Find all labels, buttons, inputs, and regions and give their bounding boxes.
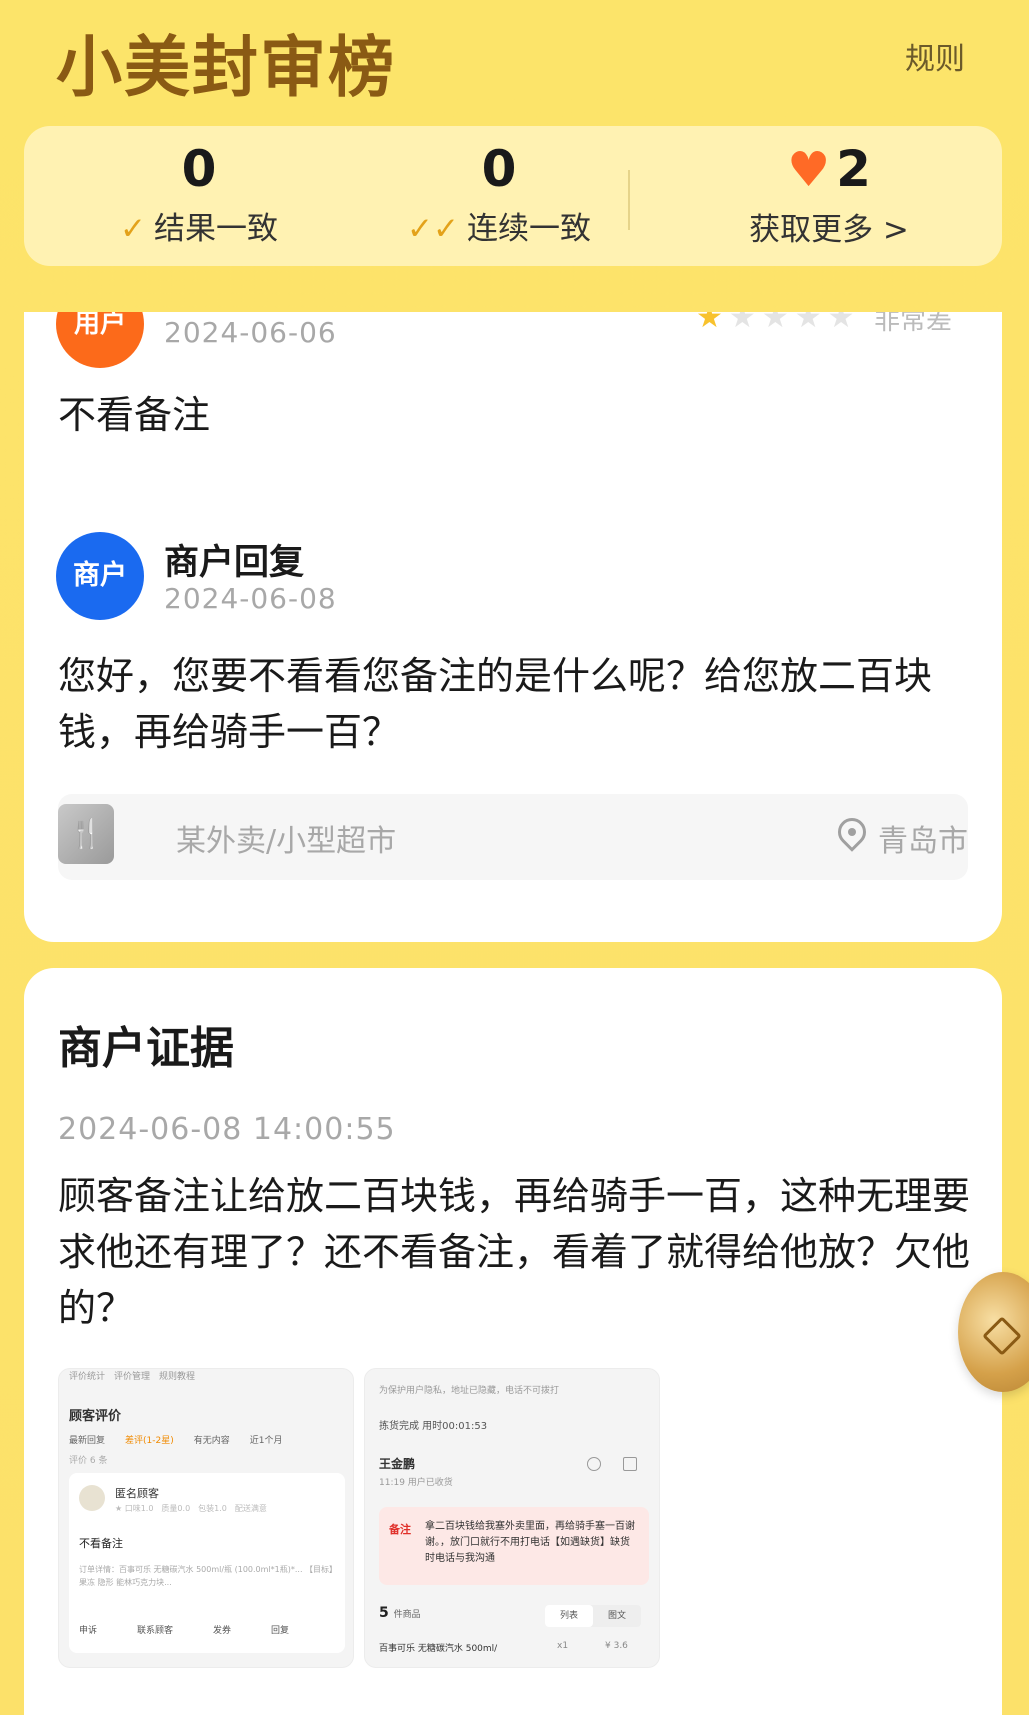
merchant-avatar: 商户 [56,532,144,620]
stats-panel: 0 ✓ 结果一致 0 ✓✓ 连续一致 ♥ 2 获取更多 > [24,126,1002,266]
get-more-link[interactable]: 获取更多 > [694,205,964,255]
view-toggle: 列表 图文 [545,1605,641,1627]
double-check-icon: ✓✓ [407,211,459,247]
evidence-card: 商户证据 2024-06-08 14:00:55 顾客备注让给放二百块钱，再给骑… [24,968,1002,1715]
reply-text: 您好，您要不看看您备注的是什么呢？给您放二百块钱，再给骑手一百？ [58,654,933,754]
stat-value: 0 [181,140,217,198]
location-icon [832,812,872,852]
review-date: 2024-06-06 [164,316,337,349]
heart-icon: ♥ [787,142,831,198]
header: 小美封审榜 规则 [0,0,1029,120]
stat-label: 连续一致 [466,211,591,247]
item-count: 5 件商品 [379,1605,421,1621]
rules-link[interactable]: 规则 [905,34,965,78]
avatar: 用户 [56,312,144,368]
star-icon: ★ [794,312,828,335]
shot-reviewer: 匿名顾客 [115,1487,159,1500]
shot-customer-name: 王金鹏 [379,1457,416,1471]
star-icon: ★ [761,312,795,335]
reply-date: 2024-06-08 [164,582,337,615]
reply-title: 商户回复 [164,543,305,583]
shot-tabs: 评价统计 评价管理 规则教程 [69,1372,196,1382]
shot-order-detail: 订单详情：百事可乐 无糖碳汽水 500ml/瓶 (100.0ml*1瓶)*...… [79,1565,334,1587]
shot-review-text: 不看备注 [79,1537,123,1550]
stat-streak-consistent: 0 ✓✓ 连续一致 [364,126,634,266]
stat-label: 结果一致 [153,211,278,247]
rating-label: 非常差 [874,312,953,336]
shot-filters: 最新回复 差评(1-2星) 有无内容 近1个月 [69,1436,283,1446]
evidence-screenshot-2[interactable]: 为保护用户隐私，地址已隐藏，电话不可拨打 拣货完成 用时00:01:53 王金鹏… [364,1368,660,1668]
evidence-datetime: 2024-06-08 14:00:55 [58,1112,396,1147]
check-icon: ✓ [120,211,146,247]
list-item: 百事可乐 无糖碳汽水 500ml/ x1 ¥ 3.6 [379,1641,628,1654]
shot-heading: 顾客评价 [69,1409,122,1424]
divider [628,170,630,230]
star-icon: ★ [696,312,729,335]
shot-picking: 拣货完成 用时00:01:53 [379,1421,488,1432]
shot-actions: 申诉 联系顾客 发券 回复 [79,1626,290,1636]
shop-city: 青岛市 [878,824,968,859]
star-icon: ★ [728,312,762,335]
shot-status: 11:19 用户已收货 [379,1478,453,1488]
note-tag: 备注 [389,1523,411,1536]
shot-privacy: 为保护用户隐私，地址已隐藏，电话不可拨打 [379,1386,560,1396]
review-card: 用户 2024-06-06 ★★★★★ 非常差 不看备注 商户 商户回复 202… [24,312,1002,942]
shop-bar[interactable]: 🍴 某外卖/小型超市 青岛市 [58,794,968,880]
evidence-title: 商户证据 [58,1023,234,1074]
location-icon [587,1457,601,1471]
shot-review-item: 匿名顾客 ★ 口味1.0 质量0.0 包装1.0 配送满意 不看备注 订单详情：… [69,1473,345,1653]
shop-name: 某外卖/小型超市 [176,824,397,859]
review-text: 不看备注 [58,393,211,437]
evidence-screenshot-1[interactable]: 评价统计 评价管理 规则教程 顾客评价 最新回复 差评(1-2星) 有无内容 近1个月… [58,1368,354,1668]
stat-value: 0 [481,140,517,198]
shot-note: 备注 拿二百块钱给我塞外卖里面，再给骑手塞一百谢谢。，放门口就行不用打电话【如遇… [379,1507,649,1585]
shop-thumbnail-icon: 🍴 [58,804,114,864]
star-rating: ★★★★★ [696,312,861,335]
stat-value: 2 [836,140,871,198]
shot-count: 评价 6 条 [69,1456,108,1466]
note-text: 拿二百块钱给我塞外卖里面，再给骑手塞一百谢谢。，放门口就行不用打电话【如遇缺货】… [425,1521,635,1564]
stat-result-consistent: 0 ✓ 结果一致 [64,126,334,266]
avatar [79,1485,105,1511]
stat-hearts[interactable]: ♥ 2 获取更多 > [694,126,964,266]
page-title: 小美封审榜 [56,28,396,106]
evidence-text: 顾客备注让给放二百块钱，再给骑手一百，这种无理要求他还有理了？还不看备注，看着了… [58,1174,971,1330]
star-icon: ★ [827,312,861,335]
shot-stars: ★ 口味1.0 质量0.0 包装1.0 配送满意 [115,1504,267,1513]
message-icon [623,1457,637,1471]
